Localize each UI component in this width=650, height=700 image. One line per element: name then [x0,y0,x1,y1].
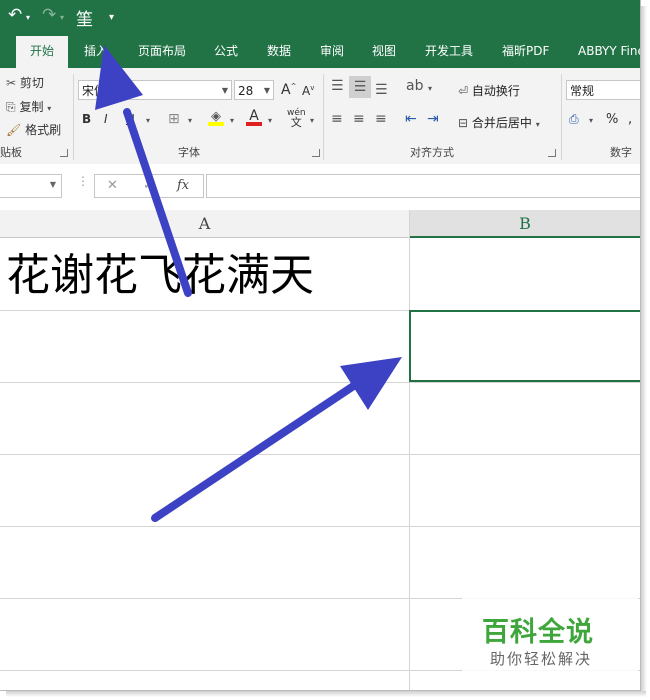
arrowhead-insert-tab [95,45,143,110]
excel-window: ↶ ▾ ↷ ▾ 筀 ▾ 开始 插入 页面布局 公式 数据 审阅 视图 开发工具 … [0,0,641,691]
watermark-subtitle: 助你轻松解决 [490,650,593,668]
watermark-title: 百科全说 [482,617,594,648]
arrow-to-cell-b2 [151,381,359,522]
annotation-arrows [95,45,402,522]
window-shadow [641,6,647,694]
arrow-to-insert-tab [123,108,192,297]
arrowhead-cell-b2 [340,357,402,410]
watermark: 百科全说 助你轻松解决 [462,596,638,678]
window-shadow [6,691,646,697]
